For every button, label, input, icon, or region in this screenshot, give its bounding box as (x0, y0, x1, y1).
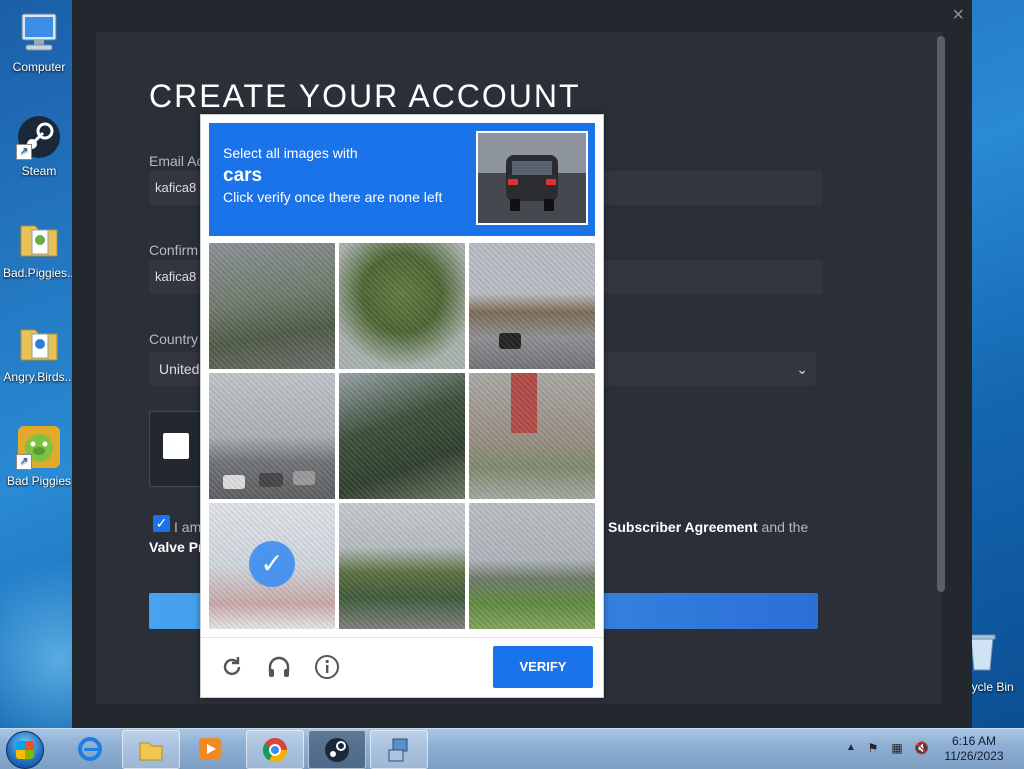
confirm-email-label: Confirm (149, 242, 199, 258)
captcha-tile-8[interactable] (339, 503, 465, 629)
captcha-challenge: Select all images with cars Click verify… (200, 114, 604, 698)
captcha-tile-3[interactable] (469, 243, 595, 369)
desktop-icon-computer[interactable]: Computer (3, 10, 75, 74)
clock[interactable]: 6:16 AM 11/26/2023 (934, 734, 1014, 764)
network-install-icon (388, 738, 408, 762)
desktop-icon-angry-birds-folder[interactable]: Angry.Birds... (3, 320, 75, 384)
taskbar-chrome[interactable] (246, 730, 304, 769)
folder-icon (16, 216, 62, 262)
recaptcha-checkbox[interactable] (163, 433, 189, 459)
captcha-instruction: Select all images with (223, 145, 358, 161)
scrollbar[interactable] (937, 36, 945, 592)
captcha-hint: Click verify once there are none left (223, 189, 443, 205)
captcha-header: Select all images with cars Click verify… (209, 123, 595, 236)
email-label: Email Ac (149, 153, 204, 169)
captcha-tile-1[interactable] (209, 243, 335, 369)
steam-icon: ↗ (16, 114, 62, 160)
windows-logo-icon (16, 741, 34, 759)
country-value: United (159, 361, 200, 377)
action-center-icon[interactable]: ⚑ (866, 741, 880, 755)
taskbar-internet-explorer[interactable] (62, 730, 118, 767)
folder-icon (16, 320, 62, 366)
steam-icon (325, 738, 349, 762)
agree-text-prefix: I am (174, 519, 202, 535)
refresh-icon[interactable] (219, 654, 245, 680)
desktop-icon-steam[interactable]: ↗ Steam (3, 114, 75, 178)
captcha-tile-4[interactable] (209, 373, 335, 499)
network-icon[interactable]: ▦ (890, 741, 904, 755)
shortcut-arrow-icon: ↗ (16, 454, 32, 470)
taskbar-steam[interactable] (308, 730, 366, 769)
agree-text-suffix: and the (761, 519, 809, 535)
file-explorer-icon (139, 742, 163, 761)
chevron-down-icon: ⌄ (796, 361, 808, 377)
desktop-icon-label: Angry.Birds... (3, 370, 75, 384)
chrome-icon (262, 738, 287, 763)
captcha-sample-image (476, 131, 588, 225)
info-icon[interactable] (314, 654, 340, 680)
taskbar-network-install[interactable] (370, 730, 428, 769)
desktop-icon-label: Computer (12, 60, 66, 74)
verify-button[interactable]: VERIFY (493, 646, 593, 688)
internet-explorer-icon (78, 737, 102, 761)
bad-piggies-icon: ↗ (16, 424, 62, 470)
captcha-target-word: cars (223, 165, 263, 186)
country-label: Country (149, 331, 199, 347)
captcha-tile-6[interactable] (469, 373, 595, 499)
computer-icon (16, 10, 62, 56)
desktop-icon-label: Steam (21, 164, 57, 178)
taskbar-media-player[interactable] (182, 730, 238, 767)
captcha-tile-7[interactable]: ✓ (209, 503, 335, 629)
captcha-footer: VERIFY (201, 637, 603, 698)
subscriber-agreement-link[interactable]: Subscriber Agreement (608, 519, 758, 535)
media-player-icon (199, 738, 221, 760)
headphones-icon[interactable] (266, 654, 292, 680)
shortcut-arrow-icon: ↗ (16, 144, 32, 160)
captcha-image-grid: ✓ (209, 243, 595, 629)
captcha-tile-2[interactable] (339, 243, 465, 369)
volume-muted-icon[interactable]: 🔇 (914, 741, 929, 755)
taskbar: ▲ ⚑ ▦ 🔇 6:16 AM 11/26/2023 (0, 728, 1024, 769)
desktop-icon-label: Bad.Piggies... (3, 266, 75, 280)
agree-text-line2: Valve Pr (149, 539, 204, 555)
start-button[interactable] (6, 731, 44, 769)
selected-check-icon: ✓ (249, 541, 295, 587)
captcha-tile-9[interactable] (469, 503, 595, 629)
page-title: CREATE YOUR ACCOUNT (149, 78, 581, 114)
captcha-tile-5[interactable] (339, 373, 465, 499)
close-icon[interactable]: × (952, 4, 964, 27)
agree-checkbox[interactable]: ✓ (153, 515, 170, 532)
privacy-policy-link[interactable]: Valve Pr (149, 539, 204, 555)
clock-time: 6:16 AM (951, 734, 997, 748)
agree-text-link-line: Subscriber Agreement and the (608, 519, 808, 535)
taskbar-file-explorer[interactable] (122, 730, 180, 769)
desktop-icon-label: Bad Piggies (6, 474, 72, 488)
desktop-icon-bad-piggies-folder[interactable]: Bad.Piggies... (3, 216, 75, 280)
show-hidden-icons[interactable]: ▲ (846, 742, 856, 753)
desktop-icon-bad-piggies[interactable]: ↗ Bad Piggies (3, 424, 75, 488)
clock-date: 11/26/2023 (944, 749, 1004, 763)
